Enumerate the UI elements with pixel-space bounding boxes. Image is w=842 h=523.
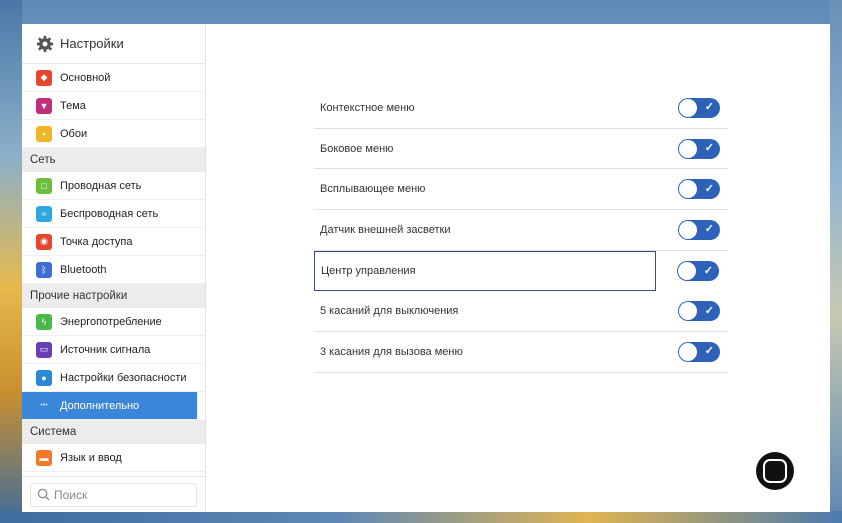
home-square-icon [763,459,787,483]
settings-row-label: 3 касания для вызова меню [320,345,463,358]
search-placeholder: Поиск [54,487,88,502]
sidebar-item[interactable]: ● Настройки безопасности [22,364,205,392]
settings-row-label: Контекстное меню [320,101,415,114]
settings-row-label: Всплывающее меню [320,183,426,196]
check-icon: ✓ [704,142,714,155]
wifi-icon: ≈ [36,205,52,222]
sidebar-item-label: Настройки безопасности [60,371,187,384]
sidebar-section-header: Прочие настройки [22,284,205,308]
floating-home-button[interactable] [756,452,794,490]
keyboard-icon: ▬ [36,449,52,466]
image-icon: ▪ [36,125,52,142]
sidebar-item[interactable]: ϟ Энергопотребление [22,308,205,336]
wallpaper-bottom-edge [0,511,842,523]
sidebar-item-label: Язык и ввод [60,451,122,464]
toggle-switch[interactable]: ✓ [678,219,720,240]
sidebar-item[interactable]: □ Проводная сеть [22,172,205,200]
sidebar-item[interactable]: ••• Дополнительно [22,392,197,420]
sidebar-item-label: Тема [60,99,86,112]
security-shield-icon: ● [36,369,52,386]
shield-home-icon: ◆ [36,69,52,86]
sidebar-item[interactable]: ▬ Язык и ввод [22,444,205,472]
sidebar-item[interactable]: ≈ Беспроводная сеть [22,200,205,228]
settings-window: Настройки ◆ Основной ▼ Тема ▪ Обои Сеть □ Провод… [22,24,830,512]
sidebar-item[interactable]: ▼ Тема [22,92,205,120]
toggle-knob [678,262,696,281]
main-panel: Контекстное меню ✓ Боковое меню ✓ Всплывающе… [206,24,830,512]
sidebar-header: Настройки [22,24,205,64]
settings-row[interactable]: Всплывающее меню ✓ [314,169,728,211]
toggle-knob [679,139,697,158]
toggle-knob [679,220,697,239]
gear-icon [36,35,54,52]
check-icon: ✓ [704,223,714,236]
settings-row[interactable]: Контекстное меню ✓ [314,88,728,129]
sidebar-item-label: Энергопотребление [60,315,162,328]
bluetooth-icon: ᛒ [36,261,52,278]
sidebar-item[interactable]: ◉ Точка доступа [22,228,205,256]
check-icon: ✓ [704,304,714,317]
search-input[interactable]: Поиск [30,482,197,507]
settings-row-label: Центр управления [321,265,416,278]
sidebar-search: Поиск [22,476,205,512]
sidebar-item-label: Беспроводная сеть [60,207,159,220]
ethernet-icon: □ [36,177,52,194]
toggle-switch[interactable]: ✓ [678,341,720,362]
search-icon [37,488,50,501]
sidebar-item-label: Bluetooth [60,263,107,276]
hotspot-icon: ◉ [36,233,52,250]
sidebar-item-label: Дополнительно [60,399,140,412]
toggle-switch[interactable]: ✓ [678,138,720,159]
sidebar-item-label: Источник сигнала [60,343,151,356]
settings-row[interactable]: Боковое меню ✓ [314,129,728,170]
sidebar-item[interactable]: ᛒ Bluetooth [22,256,205,284]
toggle-switch[interactable]: ✓ [678,97,720,118]
sidebar-section-header: Система [22,420,205,444]
settings-row[interactable]: Центр управления ✓ [314,250,719,292]
settings-row-label: Датчик внешней засветки [320,223,451,236]
settings-row-label: 5 касаний для выключения [320,305,459,318]
monitor-icon: ▭ [36,341,52,358]
sidebar-item-label: Обои [60,127,88,140]
check-icon: ✓ [704,101,714,114]
toggle-knob [679,98,697,117]
toggle-knob [679,302,697,321]
toggle-switch[interactable]: ✓ [677,261,719,282]
toggle-switch[interactable]: ✓ [678,301,720,322]
sidebar-item[interactable]: ▪ Обои [22,120,205,148]
wallpaper-left-edge [0,0,22,523]
check-icon: ✓ [704,345,714,358]
sidebar-title: Настройки [60,36,124,51]
sidebar-item[interactable]: ▭ Источник сигнала [22,336,205,364]
sidebar-item-label: Точка доступа [60,235,133,248]
sidebar-item-label: Основной [60,71,111,84]
sidebar: Настройки ◆ Основной ▼ Тема ▪ Обои Сеть □ Провод… [22,24,206,512]
sidebar-item[interactable]: ◆ Основной [22,64,205,92]
settings-row[interactable]: 3 касания для вызова меню ✓ [314,332,728,373]
wallpaper-right-edge [830,0,842,523]
settings-row-label: Боковое меню [320,142,394,155]
shirt-icon: ▼ [36,97,52,114]
sidebar-item-label: Проводная сеть [60,179,142,192]
more-dots-icon: ••• [40,402,48,409]
check-icon: ✓ [704,182,714,195]
sidebar-section-header: Сеть [22,148,205,172]
sidebar-list: ◆ Основной ▼ Тема ▪ Обои Сеть □ Проводная сеть ≈ Б… [22,64,205,476]
settings-row[interactable]: Датчик внешней засветки ✓ [314,210,728,251]
battery-icon: ϟ [36,313,52,330]
toggle-switch[interactable]: ✓ [678,179,720,200]
toggle-knob [679,342,697,361]
settings-row[interactable]: 5 касаний для выключения ✓ [314,291,728,333]
check-icon: ✓ [703,264,713,277]
toggle-knob [679,180,697,199]
settings-list: Контекстное меню ✓ Боковое меню ✓ Всплывающе… [314,88,728,373]
